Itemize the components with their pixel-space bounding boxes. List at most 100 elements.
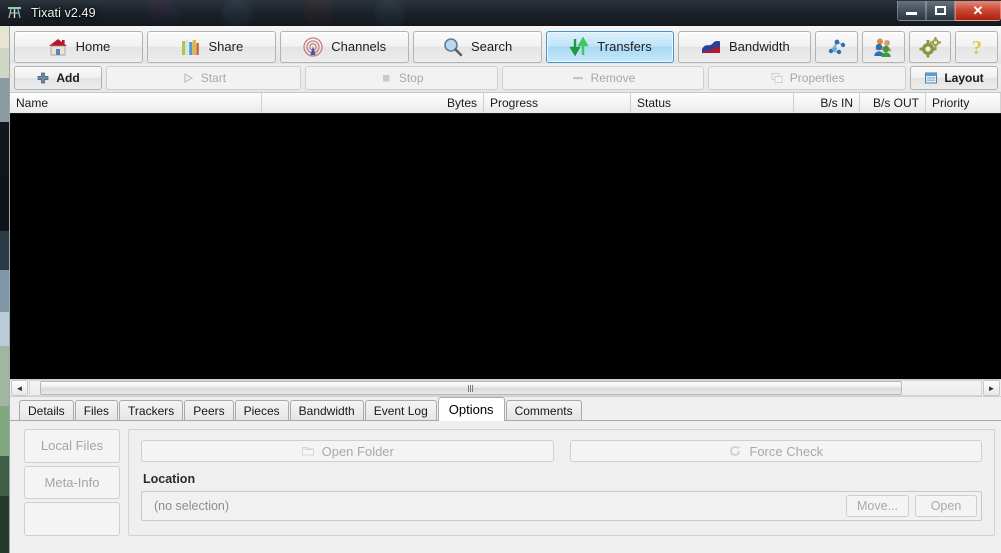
- column-header-bs-out[interactable]: B/s OUT: [860, 93, 926, 113]
- location-section-label: Location: [143, 472, 196, 486]
- options-content: Open Folder Force Check Location (no sel…: [128, 429, 995, 536]
- horizontal-scrollbar[interactable]: ◄ ►: [10, 379, 1001, 397]
- folder-icon: [301, 444, 315, 458]
- open-folder-button[interactable]: Open Folder: [141, 440, 554, 462]
- toolbar-button-transfers[interactable]: Transfers: [545, 30, 675, 63]
- scrollbar-thumb[interactable]: [40, 381, 902, 395]
- column-header-name[interactable]: Name: [10, 93, 262, 113]
- peers-people-icon: [872, 36, 894, 58]
- scrollbar-grip-icon: [468, 384, 474, 392]
- detail-tabstrip: Details Files Trackers Peers Pieces Band…: [10, 397, 1001, 421]
- scroll-left-arrow-icon[interactable]: ◄: [11, 380, 28, 396]
- location-field[interactable]: (no selection) Move... Open: [141, 491, 982, 521]
- meta-info-button[interactable]: Meta-Info: [24, 465, 120, 500]
- minus-icon: [571, 71, 585, 85]
- column-label-status: Status: [637, 96, 672, 110]
- tab-comments[interactable]: Comments: [505, 400, 582, 420]
- scroll-right-arrow-icon[interactable]: ►: [983, 380, 1000, 396]
- tab-bandwidth[interactable]: Bandwidth: [289, 400, 364, 420]
- close-icon: ✕: [972, 2, 984, 18]
- toolbar-button-home[interactable]: Home: [14, 30, 143, 63]
- windows-copy-icon: [770, 71, 784, 85]
- tab-peers[interactable]: Peers: [184, 400, 234, 420]
- scrollbar-track[interactable]: [29, 380, 982, 396]
- third-side-button[interactable]: [24, 502, 120, 537]
- properties-button-label: Properties: [789, 71, 845, 85]
- magnifier-icon: [442, 36, 464, 58]
- minimize-button[interactable]: [897, 1, 926, 21]
- toolbar-button-search[interactable]: Search: [412, 30, 542, 63]
- options-pane: Local Files Meta-Info Open Folder Force …: [10, 421, 1001, 537]
- toolbar-label-channels: Channels: [331, 39, 387, 54]
- add-button[interactable]: Add: [14, 66, 102, 90]
- toolbar-label-transfers: Transfers: [597, 39, 652, 54]
- column-label-priority: Priority: [932, 96, 970, 110]
- column-header-progress[interactable]: Progress: [484, 93, 631, 113]
- svg-text:?: ?: [972, 37, 982, 58]
- options-side-buttons: Local Files Meta-Info: [10, 429, 120, 537]
- layout-button[interactable]: Layout: [909, 66, 998, 90]
- window-title: Tixati v2.49: [31, 5, 96, 20]
- tixati-logo-icon: [6, 4, 23, 21]
- wave-graph-icon: [700, 36, 722, 58]
- options-action-row: Open Folder Force Check: [141, 440, 982, 462]
- force-check-button[interactable]: Force Check: [569, 440, 982, 462]
- open-button[interactable]: Open: [915, 495, 977, 517]
- remove-button-label: Remove: [590, 71, 636, 85]
- toolbar-label-search: Search: [471, 39, 513, 54]
- tab-files[interactable]: Files: [74, 400, 119, 420]
- tab-event-log[interactable]: Event Log: [364, 400, 437, 420]
- toolbar-label-home: Home: [75, 39, 111, 54]
- column-header-priority[interactable]: Priority: [926, 93, 1001, 113]
- add-button-label: Add: [56, 71, 80, 85]
- transfer-list-area[interactable]: [10, 114, 1001, 379]
- gears-settings-icon: [919, 36, 941, 58]
- tab-trackers[interactable]: Trackers: [119, 400, 184, 420]
- minimize-icon: [906, 11, 917, 15]
- close-button[interactable]: ✕: [955, 1, 1001, 21]
- toolbar-label-bandwidth: Bandwidth: [728, 39, 790, 54]
- column-label-name: Name: [16, 96, 49, 110]
- application-window: Home Share Channels Search Transfers Ban…: [9, 26, 1001, 553]
- toolbar-button-help[interactable]: ?: [955, 30, 998, 63]
- toolbar-button-peers[interactable]: [861, 30, 905, 63]
- antenna-icon: [302, 36, 324, 58]
- tab-options[interactable]: Options: [437, 397, 505, 421]
- toolbar-button-channels[interactable]: Channels: [279, 30, 409, 63]
- move-button[interactable]: Move...: [846, 495, 909, 517]
- local-files-button[interactable]: Local Files: [24, 429, 120, 463]
- maximize-button[interactable]: [926, 1, 955, 21]
- stop-button-label: Stop: [398, 71, 424, 85]
- properties-button[interactable]: Properties: [708, 66, 906, 90]
- column-header-bs-in[interactable]: B/s IN: [794, 93, 860, 113]
- tab-details[interactable]: Details: [19, 400, 74, 420]
- books-icon: [179, 36, 201, 58]
- question-mark-help-icon: ?: [966, 36, 988, 59]
- stop-button[interactable]: Stop: [304, 66, 498, 90]
- start-button[interactable]: Start: [106, 66, 301, 90]
- layout-panel-icon: [924, 71, 938, 85]
- tab-pieces[interactable]: Pieces: [234, 400, 289, 420]
- toolbar-button-bandwidth[interactable]: Bandwidth: [678, 30, 812, 63]
- remove-button[interactable]: Remove: [501, 66, 705, 90]
- force-check-label: Force Check: [749, 443, 824, 459]
- column-label-bs-in: B/s IN: [820, 96, 853, 110]
- maximize-icon: [935, 6, 946, 15]
- column-label-bytes: Bytes: [446, 96, 477, 110]
- main-toolbar: Home Share Channels Search Transfers Ban…: [10, 26, 1001, 64]
- toolbar-button-network[interactable]: [815, 30, 858, 63]
- desktop-left-edge: [0, 26, 9, 553]
- play-triangle-icon: [181, 71, 195, 85]
- column-header-bytes[interactable]: Bytes: [262, 93, 484, 113]
- up-down-arrows-icon: [568, 36, 590, 58]
- transfer-list-column-headers: Name Bytes Progress Status B/s IN B/s OU…: [10, 92, 1001, 114]
- toolbar-label-share: Share: [208, 39, 244, 54]
- column-header-status[interactable]: Status: [631, 93, 794, 113]
- location-value: (no selection): [154, 499, 230, 513]
- window-controls: ✕: [897, 0, 1001, 21]
- stop-square-icon: [379, 71, 393, 85]
- toolbar-button-settings[interactable]: [908, 30, 952, 63]
- toolbar-button-share[interactable]: Share: [146, 30, 276, 63]
- layout-button-label: Layout: [944, 71, 984, 85]
- action-bar: Add Start Stop Remove Properties Layout: [10, 64, 1001, 92]
